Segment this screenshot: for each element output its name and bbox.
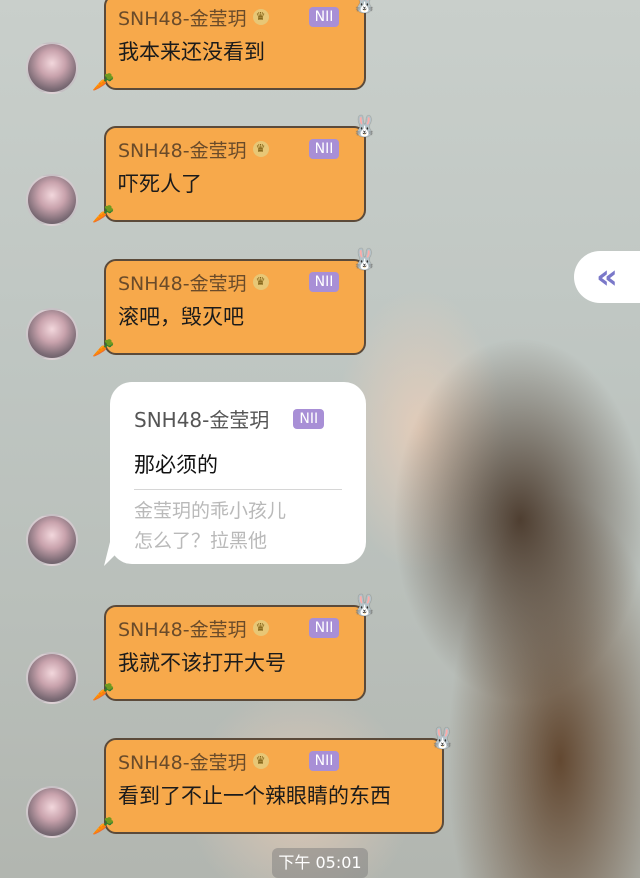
team-badge: NII [308,139,340,159]
bunny-icon: 🐰 [352,247,377,271]
avatar[interactable] [26,42,78,94]
bunny-icon: 🐰 [430,726,455,750]
double-chevron-left-icon: « [596,257,618,297]
sender-name: SNH48-金莹玥 [118,751,247,774]
message-text: 吓死人了 [118,172,202,196]
message-bubble[interactable]: SNH48-金莹玥 ♛ NII 滚吧，毁灭吧 [104,259,366,355]
bunny-icon: 🐰 [352,0,377,14]
avatar[interactable] [26,652,78,704]
message-bubble[interactable]: SNH48-金莹玥 ♛ NII 吓死人了 [104,126,366,222]
message-text: 看到了不止一个辣眼睛的东西 [118,784,391,808]
sender-line: SNH48-金莹玥 ♛ NII [118,615,352,641]
bunny-icon: 🐰 [352,114,377,138]
sender-line: SNH48-金莹玥 ♛ NII [118,136,352,162]
team-badge: NII [293,408,325,429]
message-text: 我就不该打开大号 [118,651,286,675]
carrot-icon: 🥕 [92,72,115,93]
quoted-user: 金莹玥的乖小孩儿 [134,500,287,522]
avatar[interactable] [26,786,78,838]
team-badge: NII [308,618,340,638]
message-bubble[interactable]: SNH48-金莹玥 ♛ NII 我本来还没看到 [104,0,366,90]
sender-line: SNH48-金莹玥 NII [134,404,342,433]
message-bubble[interactable]: SNH48-金莹玥 ♛ NII 看到了不止一个辣眼睛的东西 [104,738,444,834]
reply-bubble[interactable]: SNH48-金莹玥 NII 那必须的 金莹玥的乖小孩儿 怎么了？拉黑他 [110,382,366,564]
carrot-icon: 🥕 [92,204,115,225]
message-text: 我本来还没看到 [118,40,265,64]
crown-icon: ♛ [252,9,269,25]
sender-line: SNH48-金莹玥 ♛ NII [118,748,430,774]
divider [134,489,342,490]
carrot-icon: 🥕 [92,816,115,837]
sender-name: SNH48-金莹玥 [118,618,247,641]
crown-icon: ♛ [252,141,269,157]
crown-icon: ♛ [252,753,269,769]
sender-line: SNH48-金莹玥 ♛ NII [118,4,352,30]
message-bubble[interactable]: SNH48-金莹玥 ♛ NII 我就不该打开大号 [104,605,366,701]
crown-icon: ♛ [252,274,269,290]
sender-name: SNH48-金莹玥 [134,408,270,432]
avatar[interactable] [26,514,78,566]
bunny-icon: 🐰 [352,593,377,617]
avatar[interactable] [26,174,78,226]
sender-name: SNH48-金莹玥 [118,7,247,30]
sender-name: SNH48-金莹玥 [118,139,247,162]
crown-icon: ♛ [252,620,269,636]
team-badge: NII [308,7,340,27]
carrot-icon: 🥕 [92,682,115,703]
team-badge: NII [308,272,340,292]
avatar[interactable] [26,308,78,360]
team-badge: NII [308,751,340,771]
sender-line: SNH48-金莹玥 ♛ NII [118,269,352,295]
sender-name: SNH48-金莹玥 [118,272,247,295]
timestamp: 下午 05:01 [272,848,368,878]
message-text: 滚吧，毁灭吧 [118,305,244,329]
quoted-text: 怎么了？拉黑他 [134,530,268,552]
collapse-panel-button[interactable]: « [574,251,640,303]
carrot-icon: 🥕 [92,338,115,359]
message-text: 那必须的 [134,453,218,477]
